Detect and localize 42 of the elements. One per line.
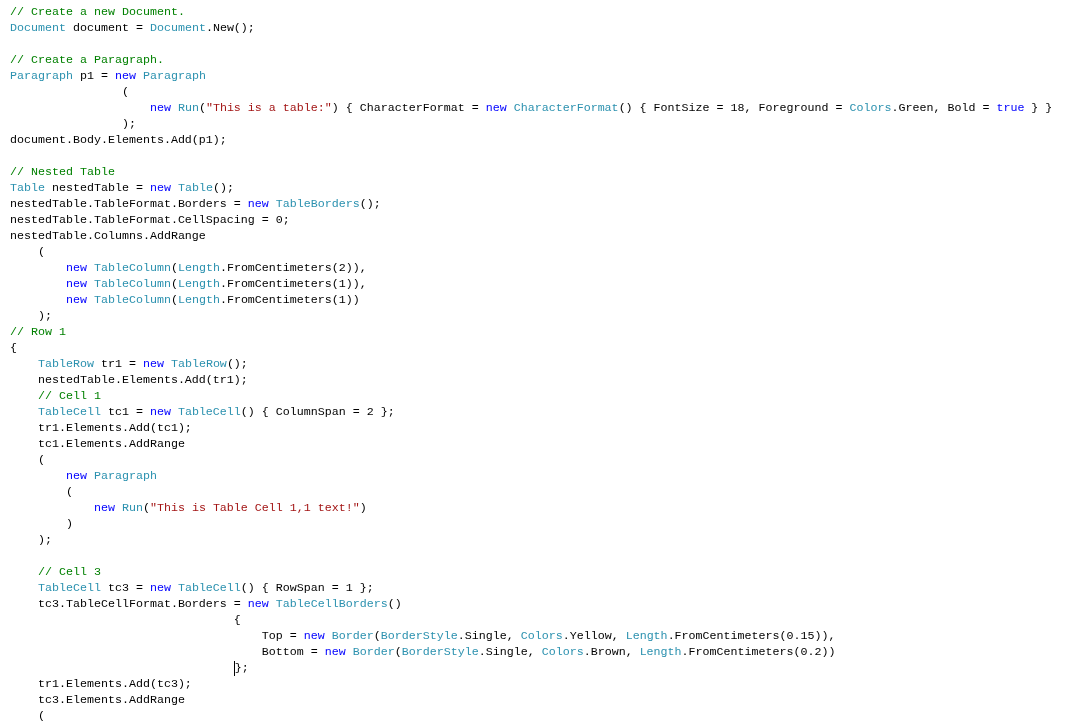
code-line: new TableColumn(Length.FromCentimeters(1)), — [64, 276, 367, 292]
code-line: ( — [36, 708, 45, 724]
code-line: nestedTable.Elements.Add(tr1); — [36, 372, 248, 388]
code-line: nestedTable.TableFormat.CellSpacing = 0; — [10, 212, 290, 228]
code-line: { — [10, 340, 17, 356]
code-line: new Paragraph — [64, 468, 157, 484]
code-line: Top = new Border(BorderStyle.Single, Colors.Yellow, Length.FromCentimeters(0.15)), — [260, 628, 836, 644]
code-line: TableCell tc1 = new TableCell() { ColumnSpan = 2 }; — [36, 404, 395, 420]
code-line: new Run("This is a table:") { CharacterFormat = new CharacterFormat() { FontSize = 18, Foreground = Colors.Green, Bold = true } } — [148, 100, 1053, 116]
code-line: ( — [64, 484, 73, 500]
code-line: // Row 1 — [10, 324, 66, 340]
code-line: // Cell 1 — [36, 388, 101, 404]
code-line: Table nestedTable = new Table(); — [10, 180, 234, 196]
code-line: tc3.Elements.AddRange — [36, 692, 185, 708]
code-line: ); — [120, 116, 136, 132]
code-line: tc3.TableCellFormat.Borders = new TableCellBorders() — [36, 596, 402, 612]
code-line: ) — [64, 516, 73, 532]
code-line: TableRow tr1 = new TableRow(); — [36, 356, 248, 372]
code-line: new TableColumn(Length.FromCentimeters(1)) — [64, 292, 360, 308]
code-line: ( — [120, 84, 129, 100]
code-line: ( — [36, 244, 45, 260]
code-line: tr1.Elements.Add(tc1); — [36, 420, 192, 436]
code-line: Paragraph p1 = new Paragraph — [10, 68, 206, 84]
code-line: }; — [234, 660, 249, 676]
code-line: { — [232, 612, 241, 628]
code-line: ); — [36, 532, 52, 548]
code-line: Bottom = new Border(BorderStyle.Single, Colors.Brown, Length.FromCentimeters(0.2)) — [260, 644, 836, 660]
code-line: TableCell tc3 = new TableCell() { RowSpan = 1 }; — [36, 580, 374, 596]
code-line: // Create a Paragraph. — [10, 52, 164, 68]
code-line: ); — [36, 308, 52, 324]
code-line: tr1.Elements.Add(tc3); — [36, 676, 192, 692]
code-line: // Create a new Document. — [10, 4, 185, 20]
code-line: Document document = Document.New(); — [10, 20, 255, 36]
code-line: new Run("This is Table Cell 1,1 text!") — [92, 500, 367, 516]
code-line: ( — [36, 452, 45, 468]
code-line: // Cell 3 — [36, 564, 101, 580]
code-line: nestedTable.TableFormat.Borders = new TableBorders(); — [10, 196, 381, 212]
code-line: new TableColumn(Length.FromCentimeters(2)), — [64, 260, 367, 276]
code-line: // Nested Table — [10, 164, 115, 180]
code-line: document.Body.Elements.Add(p1); — [10, 132, 227, 148]
code-line: nestedTable.Columns.AddRange — [10, 228, 206, 244]
code-line: tc1.Elements.AddRange — [36, 436, 185, 452]
